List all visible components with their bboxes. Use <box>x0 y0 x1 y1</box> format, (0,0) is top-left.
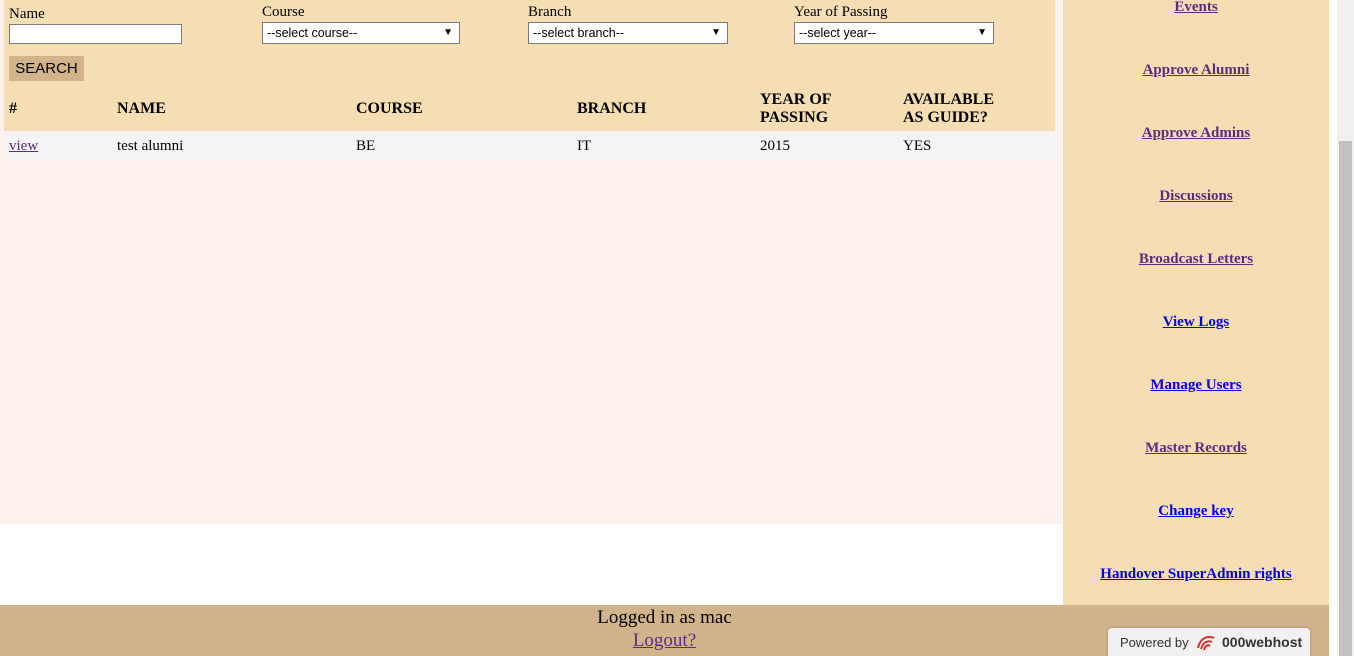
column-header-year-line2: PASSING <box>760 109 829 126</box>
webhost-name: 000webhost <box>1222 634 1303 650</box>
sidebar-item-change-key[interactable]: Change key <box>1063 502 1329 520</box>
cell-guide: YES <box>903 138 932 154</box>
column-header-branch: BRANCH <box>577 100 647 117</box>
sidebar-item-broadcast-letters[interactable]: Broadcast Letters <box>1063 250 1329 268</box>
powered-by-badge[interactable]: Powered by 000webhost <box>1108 628 1310 656</box>
year-select-value: --select year-- <box>799 26 877 40</box>
view-link[interactable]: view <box>9 137 38 155</box>
column-header-course: COURSE <box>356 100 423 117</box>
branch-select-value: --select branch-- <box>533 26 624 40</box>
dropdown-arrow-icon: ▼ <box>711 27 721 38</box>
name-label: Name <box>9 6 45 22</box>
sidebar-item-master-records[interactable]: Master Records <box>1063 439 1329 457</box>
name-input[interactable] <box>9 24 182 44</box>
sidebar-item-view-logs[interactable]: View Logs <box>1063 313 1329 331</box>
column-header-guide-line1: AVAILABLE <box>903 91 995 108</box>
cell-branch: IT <box>577 138 592 154</box>
sidebar-item-approve-admins[interactable]: Approve Admins <box>1063 124 1329 142</box>
course-select[interactable]: --select course-- ▼ <box>262 22 460 44</box>
cell-course: BE <box>356 138 376 154</box>
sidebar-item-discussions[interactable]: Discussions <box>1063 187 1329 205</box>
sidebar-item-events[interactable]: Events <box>1063 0 1329 16</box>
column-header-guide-line2: AS GUIDE? <box>903 109 988 126</box>
branch-select[interactable]: --select branch-- ▼ <box>528 22 728 44</box>
column-header-year: YEAR OF PASSING <box>760 91 832 127</box>
course-select-value: --select course-- <box>267 26 358 40</box>
column-header-year-line1: YEAR OF <box>760 91 832 108</box>
cell-name: test alumni <box>117 138 184 154</box>
course-label: Course <box>262 4 305 20</box>
year-select[interactable]: --select year-- ▼ <box>794 22 994 44</box>
powered-by-label: Powered by <box>1120 635 1189 650</box>
cell-year: 2015 <box>760 138 790 154</box>
branch-label: Branch <box>528 4 572 20</box>
year-label: Year of Passing <box>794 4 888 20</box>
scrollbar-thumb[interactable] <box>1339 141 1352 656</box>
webhost-logo-icon <box>1197 635 1215 651</box>
login-status: Logged in as mac <box>597 607 732 628</box>
column-header-guide: AVAILABLE AS GUIDE? <box>903 91 994 127</box>
sidebar-item-approve-alumni[interactable]: Approve Alumni <box>1063 61 1329 79</box>
dropdown-arrow-icon: ▼ <box>443 27 453 38</box>
sidebar-item-handover-superadmin[interactable]: Handover SuperAdmin rights <box>1063 565 1329 583</box>
column-header-hash: # <box>9 100 17 117</box>
search-button[interactable]: SEARCH <box>9 56 84 81</box>
dropdown-arrow-icon: ▼ <box>977 27 987 38</box>
sidebar: Events Approve Alumni Approve Admins Dis… <box>1063 0 1329 605</box>
column-header-name: NAME <box>117 100 166 117</box>
sidebar-item-manage-users[interactable]: Manage Users <box>1063 376 1329 394</box>
